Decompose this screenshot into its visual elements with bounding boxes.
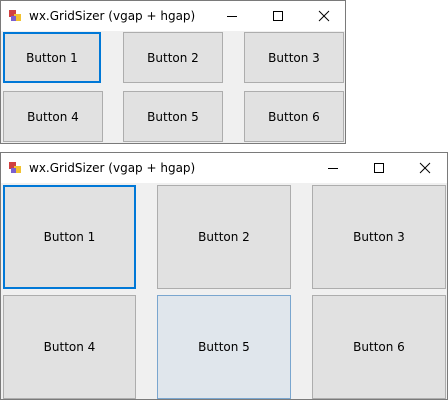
python-app-icon [9, 10, 21, 21]
button-1[interactable]: Button 1 [3, 185, 136, 289]
close-button[interactable] [301, 1, 347, 31]
window-title: wx.GridSizer (vgap + hgap) [29, 161, 196, 175]
button-3[interactable]: Button 3 [244, 32, 344, 83]
python-app-icon [9, 162, 21, 173]
button-4[interactable]: Button 4 [3, 295, 136, 399]
close-button[interactable] [402, 153, 448, 183]
maximize-icon [374, 163, 384, 173]
close-icon [318, 10, 330, 22]
button-2[interactable]: Button 2 [157, 185, 291, 289]
button-5[interactable]: Button 5 [123, 91, 223, 142]
title-bar[interactable]: wx.GridSizer (vgap + hgap) [1, 1, 345, 31]
window-small: wx.GridSizer (vgap + hgap) Button 1 Butt… [0, 0, 346, 144]
window-large: wx.GridSizer (vgap + hgap) Button 1 Butt… [0, 152, 448, 400]
minimize-icon [227, 16, 237, 17]
title-bar[interactable]: wx.GridSizer (vgap + hgap) [1, 153, 447, 183]
minimize-icon [328, 168, 338, 169]
close-icon [419, 162, 431, 174]
button-6[interactable]: Button 6 [312, 295, 446, 399]
button-2[interactable]: Button 2 [123, 32, 223, 83]
maximize-button[interactable] [255, 1, 301, 31]
minimize-button[interactable] [209, 1, 255, 31]
button-3[interactable]: Button 3 [312, 185, 446, 289]
minimize-button[interactable] [310, 153, 356, 183]
maximize-icon [273, 11, 283, 21]
button-6[interactable]: Button 6 [244, 91, 344, 142]
window-title: wx.GridSizer (vgap + hgap) [29, 9, 196, 23]
button-4[interactable]: Button 4 [3, 91, 103, 142]
button-1[interactable]: Button 1 [3, 32, 101, 83]
button-5[interactable]: Button 5 [157, 295, 291, 399]
maximize-button[interactable] [356, 153, 402, 183]
